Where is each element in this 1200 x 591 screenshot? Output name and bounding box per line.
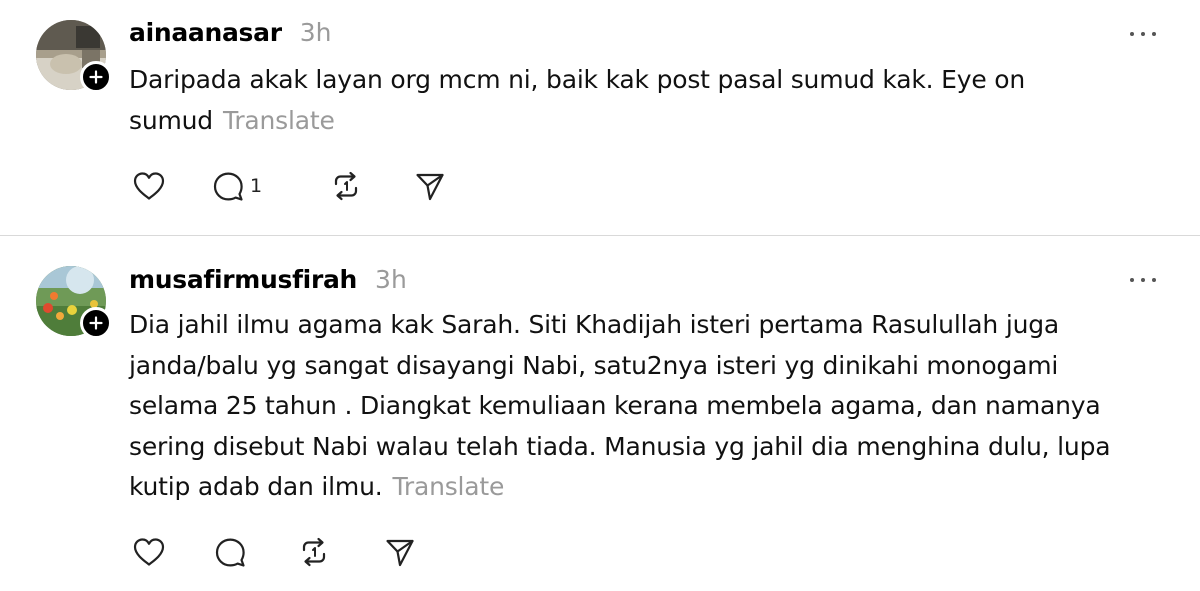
translate-link[interactable]: Translate [392,472,504,501]
comment-icon [215,538,245,567]
more-options-button[interactable] [1130,270,1156,290]
reply-button[interactable] [214,536,298,568]
heart-icon [133,538,165,566]
timestamp[interactable]: 3h [375,265,407,294]
share-button[interactable] [384,536,424,568]
repost-button[interactable] [298,536,384,568]
repost-icon [302,537,326,567]
like-button[interactable] [132,536,198,568]
avatar-container [36,266,112,339]
follow-button[interactable] [80,307,112,339]
username[interactable]: musafirmusfirah [129,265,357,294]
plus-icon [89,316,103,330]
more-dots-icon [1130,278,1134,282]
post-body: Dia jahil ilmu agama kak Sarah. Siti Kha… [129,310,1111,501]
post-text: Dia jahil ilmu agama kak Sarah. Siti Kha… [129,305,1149,508]
thread-reply: musafirmusfirah 3h Dia jahil ilmu agama … [0,0,1200,591]
send-icon [386,539,414,567]
action-bar [132,536,424,568]
post-header: musafirmusfirah 3h [129,265,407,294]
